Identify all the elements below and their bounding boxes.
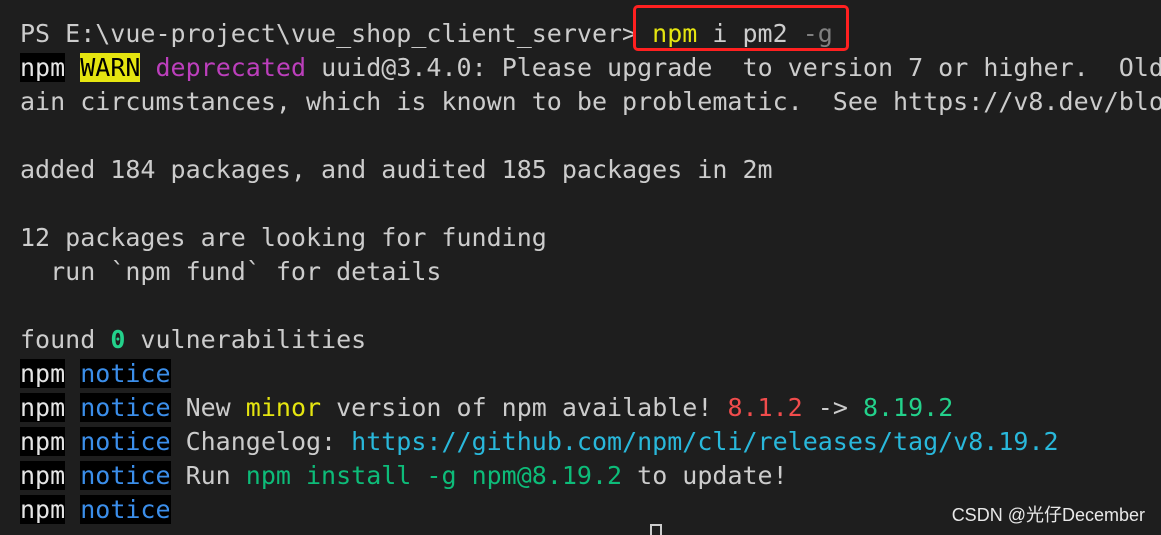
prompt-path: PS E:\vue-project\vue_shop_client_server… <box>20 19 638 48</box>
deprecated-label: deprecated <box>155 53 307 82</box>
notice-text: version of npm available! <box>321 393 728 422</box>
npm-prefix: npm <box>20 427 66 456</box>
vulnerabilities-line: found 0 vulnerabilities <box>20 323 366 357</box>
vuln-count: 0 <box>110 325 126 354</box>
new-version: 8.19.2 <box>862 393 954 422</box>
vuln-suffix: vulnerabilities <box>125 325 367 354</box>
old-version: 8.1.2 <box>727 393 803 422</box>
warn-continuation: ain circumstances, which is known to be … <box>20 87 1161 116</box>
npm-prefix: npm <box>20 393 66 422</box>
text-cursor <box>650 524 662 535</box>
terminal-window[interactable]: PS E:\vue-project\vue_shop_client_server… <box>0 0 1161 535</box>
npm-prefix: npm <box>20 53 66 82</box>
funding-line: 12 packages are looking for funding <box>20 223 547 252</box>
npm-prefix: npm <box>20 461 66 490</box>
warn-badge: WARN <box>80 53 141 82</box>
funding-details-line: run `npm fund` for details <box>20 257 442 286</box>
notice-line-4: npm notice Run npm install -g npm@8.19.2… <box>20 459 788 493</box>
notice-label: notice <box>80 495 171 524</box>
notice-line-3: npm notice Changelog: https://github.com… <box>20 425 1059 459</box>
notice-text: New <box>170 393 246 422</box>
notice-line-5: npm notice <box>20 493 171 527</box>
notice-line-2: npm notice New minor version of npm avai… <box>20 391 953 425</box>
notice-label: notice <box>80 461 171 490</box>
notice-label: notice <box>80 427 171 456</box>
notice-text: to update! <box>622 461 788 490</box>
watermark: CSDN @光仔December <box>951 505 1145 525</box>
command-highlight-box <box>633 5 849 51</box>
install-command: npm install -g npm@8.19.2 <box>245 461 623 490</box>
npm-prefix: npm <box>20 495 66 524</box>
version-arrow: -> <box>802 393 863 422</box>
notice-text: Run <box>170 461 246 490</box>
npm-prefix: npm <box>20 359 66 388</box>
minor-label: minor <box>245 393 322 422</box>
added-packages-line: added 184 packages, and audited 185 pack… <box>20 155 773 184</box>
notice-text: Changelog: <box>170 427 352 456</box>
changelog-link[interactable]: https://github.com/npm/cli/releases/tag/… <box>351 427 1058 456</box>
notice-label: notice <box>80 393 171 422</box>
notice-line-1: npm notice <box>20 357 171 391</box>
warn-line: npm WARN deprecated uuid@3.4.0: Please u… <box>20 51 1161 85</box>
notice-label: notice <box>80 359 171 388</box>
vuln-prefix: found <box>20 325 111 354</box>
warn-message: uuid@3.4.0: Please upgrade to version 7 … <box>321 53 1161 82</box>
